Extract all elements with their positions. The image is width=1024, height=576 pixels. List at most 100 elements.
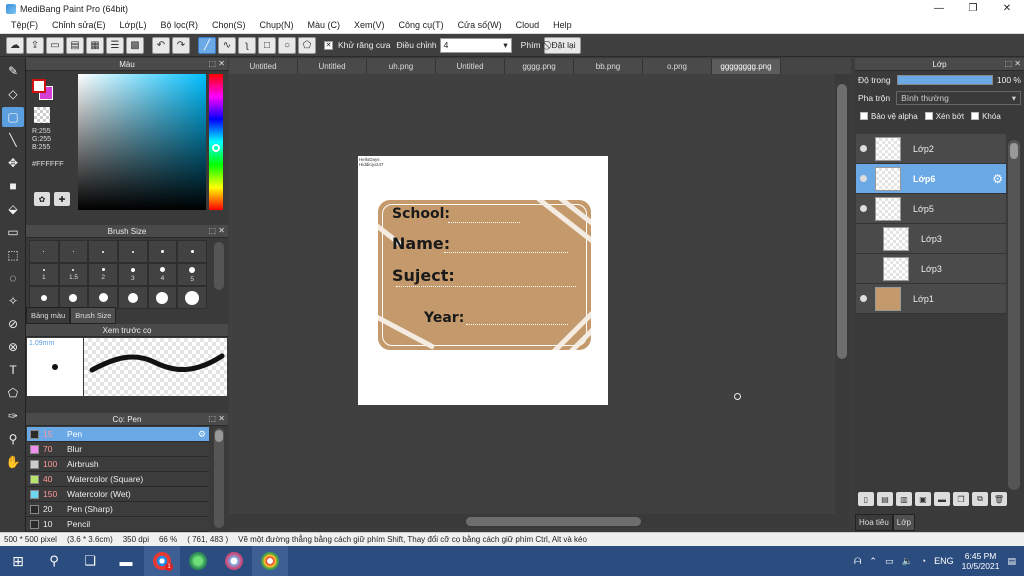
brush-size-cell[interactable] [147,240,178,263]
notifications-icon[interactable]: ▤ [1007,556,1016,567]
brush-size-cell[interactable] [29,286,59,309]
share-icon[interactable]: ⇪ [26,36,44,54]
menu-window[interactable]: Cửa số(W) [451,20,509,30]
ellipse-icon[interactable]: ○ [278,36,296,54]
document-tab[interactable]: o.png [643,59,712,74]
taskbar-app-browser[interactable]: 1 [144,546,180,576]
layer-row[interactable]: Lớp3 [856,254,1006,284]
visibility-icon[interactable] [860,205,867,212]
file-explorer-icon[interactable]: ▬ [108,546,144,576]
brush-list-scrollbar[interactable] [214,428,224,528]
layer-row[interactable]: Lớp5 [856,194,1006,224]
brush-size-cell[interactable]: 2 [88,263,118,286]
brush-size-cell[interactable]: 4 [147,263,178,286]
grid-icon[interactable]: ▩ [126,36,144,54]
adjust-select[interactable]: 4 ▾ [439,37,512,53]
tab-navigator[interactable]: Hoa tiêu [855,514,893,531]
protect-alpha-checkbox[interactable] [860,112,868,120]
palette-icon[interactable]: ✿ [34,192,50,206]
lasso-tool-icon[interactable]: ◌ [2,268,24,288]
canvas-horizontal-scrollbar[interactable] [229,514,849,528]
menu-color[interactable]: Màu (C) [301,20,348,30]
brush-tool-icon[interactable]: ✎ [2,61,24,81]
reset-button[interactable]: ⃠Đặt lại [543,36,581,54]
cloud-icon[interactable]: ☁ [6,36,24,54]
menu-select[interactable]: Chọn(S) [205,20,253,30]
menu-filter[interactable]: Bộ lọc(R) [153,20,205,30]
delete-layer-icon[interactable]: 🗑 [991,492,1007,506]
menu-tools[interactable]: Công cụ(T) [392,20,451,30]
clipping-checkbox[interactable] [924,112,933,120]
battery-icon[interactable]: ▭ [885,556,894,567]
language-indicator[interactable]: ENG [934,556,954,566]
visibility-icon[interactable] [860,175,867,182]
brush-item[interactable]: 150 Watercolor (Wet) [27,487,209,502]
document-tab[interactable]: uh.png [367,59,436,74]
duplicate-layer-icon[interactable]: ❐ [953,492,969,506]
brush-size-cell[interactable] [58,240,89,263]
panel-controls[interactable]: ⬚ ✕ [209,59,225,68]
gear-icon[interactable]: ⚙ [198,429,206,440]
brush-size-cell[interactable]: 1.5 [58,263,89,286]
layer-row[interactable]: Lớp1 [856,284,1006,314]
scroll-thumb[interactable] [466,517,641,526]
windows-start-icon[interactable]: ⊞ [0,546,36,576]
new-halftone-layer-icon[interactable]: ▤ [877,492,893,506]
brush-size-cell[interactable] [177,286,207,309]
panel-controls[interactable]: ⬚ ✕ [1005,59,1021,68]
add-palette-icon[interactable]: ✚ [54,192,70,206]
comment-icon[interactable]: ▭ [46,36,64,54]
menu-help[interactable]: Help [546,20,579,30]
brush-item[interactable]: 15 Pen ⚙ [27,427,209,442]
taskbar-app-paint[interactable] [216,546,252,576]
antialias-checkbox[interactable]: ✕ [324,40,333,50]
layer-folder-icon[interactable]: ▬ [934,492,950,506]
new-layer-icon[interactable]: ▯ [858,492,874,506]
brush-item[interactable]: 20 Pen (Sharp) [27,502,209,517]
hue-knob[interactable] [212,144,220,152]
curve-icon[interactable]: ʅ [238,36,256,54]
shape-tool-icon[interactable]: ▢ [2,107,24,127]
brush-size-cell[interactable] [117,240,148,263]
brush-size-cell[interactable] [88,286,118,309]
brush-item[interactable]: 40 Watercolor (Square) [27,472,209,487]
tab-brush-size[interactable]: Brush Size [70,307,117,324]
speaker-icon[interactable]: 🔈 [901,556,912,567]
brush-size-cell[interactable] [29,240,59,263]
brush-item[interactable]: 70 Blur [27,442,209,457]
brush-size-cell[interactable]: 1 [29,263,59,286]
pipette-icon[interactable]: ⚲ [2,429,24,449]
network-icon[interactable]: ◔ [921,556,926,566]
line-brush-icon[interactable]: ╲ [2,130,24,150]
brush-size-cell[interactable]: 5 [177,263,207,286]
line-tool-icon[interactable]: ╱ [198,36,216,54]
transparent-swatch[interactable] [34,107,50,123]
merge-layer-icon[interactable]: ⧉ [972,492,988,506]
polyline-icon[interactable]: ∿ [218,36,236,54]
move-tool-icon[interactable]: ✥ [2,153,24,173]
minimize-button[interactable]: — [922,0,956,17]
brush-size-cell[interactable] [117,286,148,309]
opacity-slider[interactable] [896,75,993,85]
task-view-icon[interactable]: ❏ [72,546,108,576]
redo-icon[interactable]: ↷ [172,36,190,54]
foreground-color-swatch[interactable] [32,79,46,93]
text-tool-icon[interactable]: T [2,360,24,380]
layer-menu-icon[interactable]: ▣ [915,492,931,506]
brush-item[interactable]: 100 Airbrush [27,457,209,472]
brush-size-cell[interactable]: 3 [117,263,148,286]
visibility-icon[interactable] [860,295,867,302]
document-tab[interactable]: Untitled [229,59,298,74]
scroll-thumb[interactable] [837,84,847,359]
menu-file[interactable]: Tệp(F) [4,20,45,30]
tab-layer[interactable]: Lớp [892,514,915,531]
divide-tool-icon[interactable]: ⬠ [2,383,24,403]
new-1bit-layer-icon[interactable]: ▥ [896,492,912,506]
blend-mode-select[interactable]: Bình thường ▾ [896,91,1021,105]
panel-controls[interactable]: ⬚ ✕ [209,226,225,235]
brush-size-cell[interactable] [177,240,207,263]
layer-row[interactable]: Lớp2 [856,134,1006,164]
select-tool-icon[interactable]: ⬚ [2,245,24,265]
layer-list-scrollbar[interactable] [1008,140,1020,490]
menu-snap[interactable]: Chụp(N) [253,20,301,30]
